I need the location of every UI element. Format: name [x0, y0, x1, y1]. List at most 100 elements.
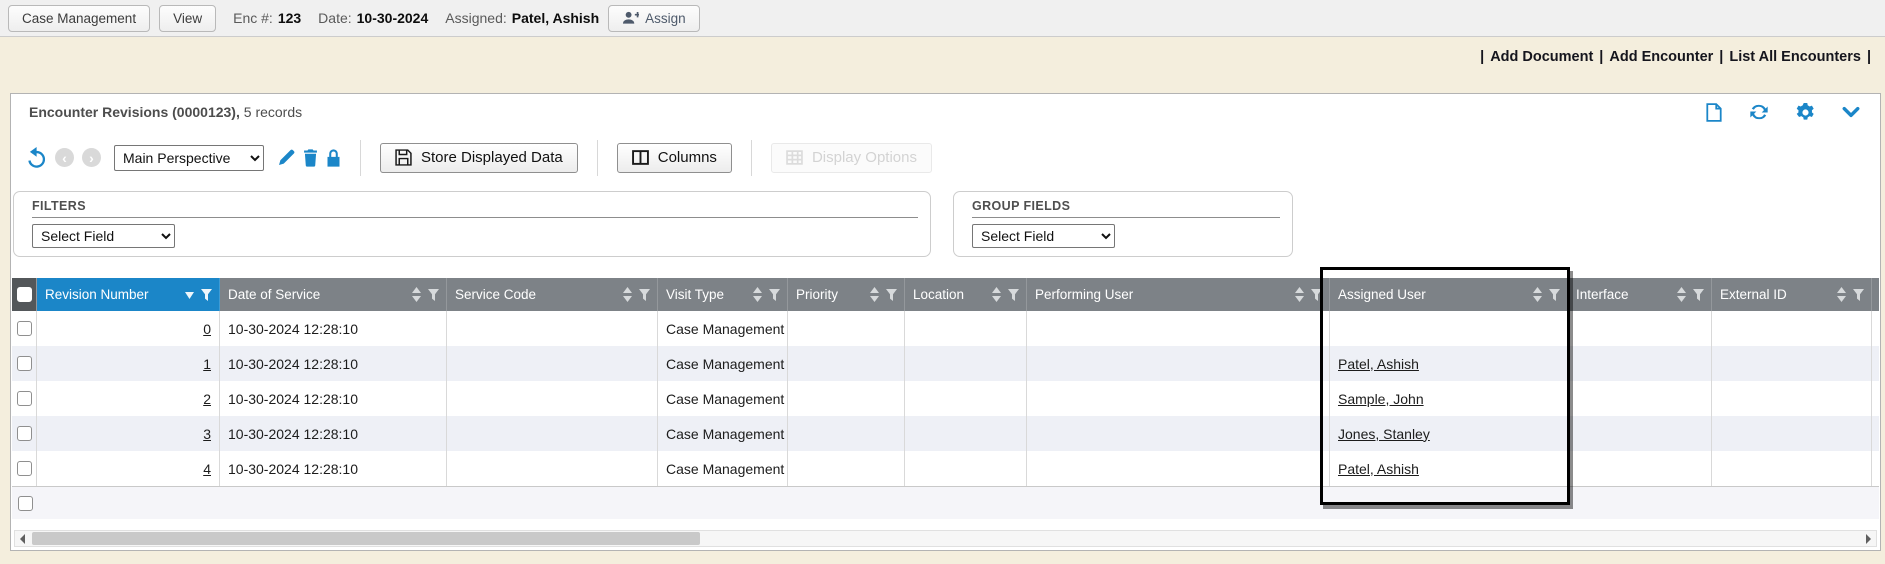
cell-priority	[788, 346, 905, 381]
cell-performing-user	[1027, 381, 1330, 416]
column-header-location[interactable]: Location	[905, 278, 1027, 311]
filter-funnel-icon[interactable]	[1311, 289, 1322, 301]
filter-funnel-icon[interactable]	[1693, 289, 1704, 301]
assigned-value: Patel, Ashish	[512, 10, 599, 26]
revision-link[interactable]: 4	[203, 461, 211, 477]
store-displayed-data-button[interactable]: Store Displayed Data	[380, 143, 578, 173]
row-checkbox[interactable]	[17, 461, 32, 476]
person-plus-icon	[622, 11, 639, 25]
row-checkbox-cell	[12, 381, 37, 416]
row-checkbox-cell	[12, 451, 37, 486]
gear-icon[interactable]	[1796, 103, 1815, 122]
cell-interface	[1568, 311, 1712, 346]
cell-date-of-service: 10-30-2024 12:28:10	[220, 346, 447, 381]
row-checkbox[interactable]	[17, 356, 32, 371]
scroll-right-arrow[interactable]	[1861, 531, 1876, 546]
previous-perspective-icon[interactable]: ‹	[55, 148, 74, 167]
cell-visit-type: Case Management	[658, 346, 788, 381]
sort-icon[interactable]	[412, 287, 421, 302]
cell-text: Case Management	[666, 426, 784, 442]
cell-service-code	[447, 416, 658, 451]
delete-trash-icon[interactable]	[303, 149, 318, 167]
sort-icon[interactable]	[992, 287, 1001, 302]
filter-funnel-icon[interactable]	[769, 289, 780, 301]
sort-icon[interactable]	[1295, 287, 1304, 302]
undo-icon[interactable]	[25, 147, 47, 169]
revision-link[interactable]: 2	[203, 391, 211, 407]
cell-service-code	[447, 451, 658, 486]
group-fields-section: GROUP FIELDS Select Field	[953, 191, 1293, 257]
cell-text: Case Management	[666, 391, 784, 407]
new-document-icon[interactable]	[1706, 103, 1722, 122]
case-management-button[interactable]: Case Management	[8, 5, 150, 32]
column-header-s-partial[interactable]: S	[1872, 278, 1879, 311]
select-all-header-cell[interactable]	[12, 278, 37, 311]
panel-title: Encounter Revisions (0000123), 5 records	[29, 104, 302, 120]
cell-date-of-service: 10-30-2024 12:28:10	[220, 311, 447, 346]
footer-checkbox[interactable]	[18, 496, 33, 511]
assigned-user-link[interactable]: Patel, Ashish	[1338, 356, 1419, 372]
table-row: 210-30-2024 12:28:10Case ManagementSampl…	[12, 381, 1879, 416]
filter-funnel-icon[interactable]	[1008, 289, 1019, 301]
date-field: Date: 10-30-2024	[318, 10, 428, 26]
select-all-checkbox[interactable]	[17, 287, 32, 302]
filter-funnel-icon[interactable]	[639, 289, 650, 301]
column-header-revision[interactable]: Revision Number	[37, 278, 220, 311]
filter-funnel-icon[interactable]	[201, 289, 212, 301]
collapse-chevron-icon[interactable]	[1842, 106, 1860, 118]
perspective-select[interactable]: Main Perspective	[114, 145, 264, 171]
quick-links: | Add Document | Add Encounter | List Al…	[1480, 49, 1871, 65]
assigned-user-link[interactable]: Patel, Ashish	[1338, 461, 1419, 477]
assign-button[interactable]: Assign	[608, 5, 700, 32]
sort-icon[interactable]	[1837, 287, 1846, 302]
column-header-service-code[interactable]: Service Code	[447, 278, 658, 311]
group-fields-select[interactable]: Select Field	[972, 224, 1115, 248]
sort-icon[interactable]	[753, 287, 762, 302]
filter-funnel-icon[interactable]	[886, 289, 897, 301]
assigned-label: Assigned:	[445, 10, 506, 26]
next-perspective-icon[interactable]: ›	[82, 148, 101, 167]
column-label-service-code: Service Code	[455, 287, 616, 302]
view-button[interactable]: View	[159, 5, 216, 32]
add-document-link[interactable]: Add Document	[1490, 49, 1593, 65]
horizontal-scrollbar[interactable]	[14, 530, 1877, 547]
revision-link[interactable]: 0	[203, 321, 211, 337]
column-header-interface[interactable]: Interface	[1568, 278, 1712, 311]
add-encounter-link[interactable]: Add Encounter	[1609, 49, 1713, 65]
sort-icon[interactable]	[623, 287, 632, 302]
assigned-user-link[interactable]: Sample, John	[1338, 391, 1424, 407]
columns-button[interactable]: Columns	[617, 143, 732, 173]
cell-text: Case Management	[666, 461, 784, 477]
refresh-icon[interactable]	[1749, 103, 1769, 121]
row-checkbox[interactable]	[17, 321, 32, 336]
filter-funnel-icon[interactable]	[428, 289, 439, 301]
row-checkbox[interactable]	[17, 391, 32, 406]
edit-pencil-icon[interactable]	[277, 149, 295, 167]
row-checkbox-cell	[12, 346, 37, 381]
assign-button-label: Assign	[645, 11, 686, 26]
column-header-visit-type[interactable]: Visit Type	[658, 278, 788, 311]
column-header-external-id[interactable]: External ID	[1712, 278, 1872, 311]
cell-priority	[788, 311, 905, 346]
assigned-user-link[interactable]: Jones, Stanley	[1338, 426, 1430, 442]
separator: |	[1867, 49, 1871, 65]
filters-field-select[interactable]: Select Field	[32, 224, 175, 248]
column-header-priority[interactable]: Priority	[788, 278, 905, 311]
filter-funnel-icon[interactable]	[1853, 289, 1864, 301]
sort-icon[interactable]	[870, 287, 879, 302]
column-header-performing-user[interactable]: Performing User	[1027, 278, 1330, 311]
row-checkbox[interactable]	[17, 426, 32, 441]
revision-link[interactable]: 3	[203, 426, 211, 442]
column-header-date-of-service[interactable]: Date of Service	[220, 278, 447, 311]
sort-icon[interactable]	[185, 291, 194, 299]
sort-icon[interactable]	[1677, 287, 1686, 302]
cell-revision: 0	[37, 311, 220, 346]
scrollbar-thumb[interactable]	[32, 532, 700, 545]
revision-link[interactable]: 1	[203, 356, 211, 372]
filter-funnel-icon[interactable]	[1549, 289, 1560, 301]
sort-icon[interactable]	[1533, 287, 1542, 302]
lock-icon[interactable]	[326, 149, 341, 167]
column-header-assigned-user[interactable]: Assigned User	[1330, 278, 1568, 311]
list-all-encounters-link[interactable]: List All Encounters	[1729, 49, 1861, 65]
scroll-left-arrow[interactable]	[15, 531, 30, 546]
